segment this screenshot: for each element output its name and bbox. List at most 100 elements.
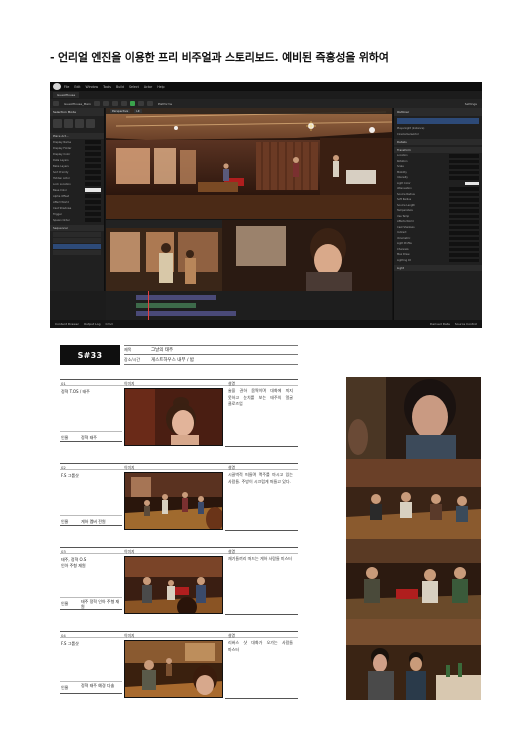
shot-number: 02 xyxy=(61,464,66,470)
shot-01-render xyxy=(125,389,222,445)
property-field[interactable] xyxy=(85,212,101,216)
property-field[interactable] xyxy=(85,152,101,156)
mesh-paint-mode-icon[interactable] xyxy=(86,119,95,128)
property-field[interactable] xyxy=(449,209,479,213)
perspective-button[interactable]: Perspective xyxy=(110,109,131,113)
track-row[interactable] xyxy=(53,244,101,249)
outliner-row[interactable]: CineCameraActor xyxy=(394,132,482,138)
property-field[interactable] xyxy=(85,170,101,174)
property-field[interactable] xyxy=(85,206,101,210)
property-field[interactable] xyxy=(449,220,479,224)
property-label: Cast Shadows xyxy=(53,206,72,210)
property-field[interactable] xyxy=(85,146,101,150)
blueprint-icon[interactable] xyxy=(111,101,118,106)
lit-button[interactable]: Lit xyxy=(134,109,142,113)
settings-button[interactable]: Settings xyxy=(465,102,477,106)
select-mode-icon[interactable] xyxy=(53,119,62,128)
description-column-label: 설명 xyxy=(228,464,235,470)
film-still-table xyxy=(346,619,481,700)
property-label: Max Draw xyxy=(397,253,410,257)
shot-03-render xyxy=(125,557,222,613)
property-field[interactable] xyxy=(449,170,479,174)
shot-character-row: 인물 게하 멤버 전원 xyxy=(60,515,122,526)
left-panel: Selection Mode Place Act... Display Name… xyxy=(50,108,105,320)
property-field[interactable] xyxy=(449,192,479,196)
track-row[interactable] xyxy=(53,232,101,237)
right-property-row[interactable]: Lighting Ch xyxy=(394,258,482,264)
output-log-button[interactable]: Output Log xyxy=(84,322,101,326)
property-field[interactable] xyxy=(449,165,479,169)
shot-explanation: 재기들끼리 떠드는 게하 사람들 미스터 xyxy=(228,556,292,561)
property-field[interactable] xyxy=(449,176,479,180)
property-label: Cast Shadows xyxy=(397,225,415,229)
foliage-mode-icon[interactable] xyxy=(75,119,84,128)
property-field[interactable] xyxy=(449,198,479,202)
track-row[interactable] xyxy=(53,250,101,255)
menu-build[interactable]: Build xyxy=(116,85,124,89)
modes-icon[interactable] xyxy=(93,101,100,106)
add-icon[interactable] xyxy=(102,101,109,106)
file-tab[interactable]: GuestHouse_Main xyxy=(64,102,91,106)
property-field[interactable] xyxy=(449,236,479,240)
sequencer-panel-title[interactable]: Sequencer xyxy=(50,225,104,231)
shot-divider xyxy=(225,446,298,447)
cmd-button[interactable]: Cmd xyxy=(106,322,113,326)
property-field[interactable] xyxy=(449,203,479,207)
playhead[interactable] xyxy=(148,291,149,320)
sequencer-track-bar[interactable] xyxy=(136,303,196,308)
level-tab[interactable]: GuestHouse xyxy=(53,92,80,98)
property-field[interactable] xyxy=(449,214,479,218)
scene-place-row: 장소/시간 게스트하우스 내부 / 밤 xyxy=(124,355,298,365)
derived-data-button[interactable]: Derived Data xyxy=(430,322,450,326)
property-field[interactable] xyxy=(85,200,101,204)
outliner-selected-row[interactable] xyxy=(397,118,479,124)
source-control-button[interactable]: Source Control xyxy=(455,322,477,326)
menu-actor[interactable]: Actor xyxy=(144,85,152,89)
property-field[interactable] xyxy=(85,188,101,192)
menu-file[interactable]: File xyxy=(64,85,69,89)
cinematics-icon[interactable] xyxy=(120,101,127,106)
menu-select[interactable]: Select xyxy=(129,85,139,89)
character-label: 인물 xyxy=(61,434,69,440)
play-icon[interactable] xyxy=(129,101,135,106)
track-row[interactable] xyxy=(53,238,101,243)
outliner-row-label: CineCameraActor xyxy=(397,132,419,136)
menu-edit[interactable]: Edit xyxy=(74,85,80,89)
property-label: Channels xyxy=(397,247,409,251)
property-field[interactable] xyxy=(85,176,101,180)
left-property-row[interactable]: Spawn Order xyxy=(50,217,104,223)
property-field[interactable] xyxy=(449,154,479,158)
pause-icon[interactable] xyxy=(137,101,144,106)
save-icon[interactable] xyxy=(53,101,59,106)
property-field[interactable] xyxy=(85,194,101,198)
platforms-button[interactable]: Platforms xyxy=(158,102,172,106)
landscape-mode-icon[interactable] xyxy=(64,119,73,128)
property-field[interactable] xyxy=(449,231,479,235)
property-field[interactable] xyxy=(85,182,101,186)
property-label: Base Color xyxy=(53,188,67,192)
property-field[interactable] xyxy=(85,140,101,144)
camera-preview-viewport[interactable] xyxy=(106,220,392,291)
menu-window[interactable]: Window xyxy=(86,85,99,89)
sequencer-track-bar[interactable] xyxy=(136,311,236,316)
menu-help[interactable]: Help xyxy=(157,85,164,89)
property-field[interactable] xyxy=(449,159,479,163)
main-viewport[interactable]: Perspective Lit xyxy=(106,108,392,219)
property-field[interactable] xyxy=(85,218,101,222)
right-panel: Outliner PlayerLight (Instance) CineCame… xyxy=(393,108,482,320)
property-field[interactable] xyxy=(449,187,479,191)
menu-tools[interactable]: Tools xyxy=(103,85,111,89)
sequencer-timeline[interactable] xyxy=(106,291,392,320)
content-drawer-button[interactable]: Content Drawer xyxy=(55,322,79,326)
property-field[interactable] xyxy=(85,158,101,162)
property-field[interactable] xyxy=(449,258,479,262)
property-field[interactable] xyxy=(449,253,479,257)
stop-icon[interactable] xyxy=(146,101,153,106)
property-field[interactable] xyxy=(85,164,101,168)
light-section[interactable]: Light xyxy=(394,265,482,271)
property-field[interactable] xyxy=(465,181,479,185)
property-field[interactable] xyxy=(449,247,479,251)
property-field[interactable] xyxy=(449,242,479,246)
shot-number: 04 xyxy=(61,632,66,638)
property-field[interactable] xyxy=(449,225,479,229)
